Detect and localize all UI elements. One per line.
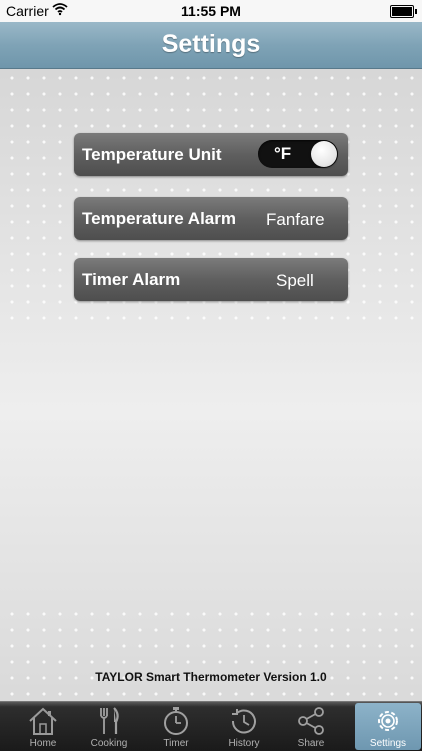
page-title: Settings — [161, 30, 261, 58]
timer-alarm-value: Spell — [276, 271, 314, 290]
toggle-value: °F — [274, 144, 292, 163]
home-icon — [29, 707, 57, 735]
navigation-bar: Settings — [0, 22, 422, 69]
tab-bar: Home Cooking Timer History Share Setting… — [0, 701, 422, 751]
tab-timer[interactable]: Timer — [143, 703, 209, 750]
gear-icon — [378, 711, 398, 731]
stopwatch-icon — [164, 707, 188, 735]
tab-share[interactable]: Share — [278, 703, 344, 750]
tab-label: History — [228, 738, 260, 749]
status-time: 11:55 PM — [181, 3, 241, 19]
share-icon — [298, 707, 324, 735]
tab-home[interactable]: Home — [10, 703, 76, 750]
tab-label: Share — [297, 738, 325, 749]
toggle-knob — [311, 141, 337, 167]
tab-cooking[interactable]: Cooking — [76, 703, 142, 750]
status-bar: Carrier 11:55 PM — [0, 0, 422, 22]
battery-icon — [390, 5, 417, 18]
timer-alarm-label: Timer Alarm — [82, 270, 181, 289]
tab-history[interactable]: History — [211, 703, 277, 750]
temperature-unit-row: Temperature Unit °F — [74, 133, 348, 176]
temperature-alarm-label: Temperature Alarm — [82, 209, 236, 228]
temperature-alarm-value: Fanfare — [266, 210, 325, 229]
tab-label: Home — [29, 738, 57, 749]
temperature-unit-toggle[interactable]: °F — [258, 140, 338, 168]
tab-label: Cooking — [90, 738, 128, 749]
version-text: TAYLOR Smart Thermometer Version 1.0 — [95, 670, 327, 684]
fork-knife-icon — [100, 707, 119, 734]
tab-label: Settings — [369, 738, 407, 749]
tab-settings[interactable]: Settings — [355, 703, 421, 750]
tab-label: Timer — [163, 738, 189, 749]
dotted-pattern-bottom — [0, 600, 422, 700]
history-clock-icon — [231, 709, 256, 734]
temperature-alarm-row[interactable]: Temperature Alarm Fanfare — [74, 197, 348, 240]
temperature-unit-label: Temperature Unit — [82, 145, 222, 164]
timer-alarm-row[interactable]: Timer Alarm Spell — [74, 258, 348, 301]
